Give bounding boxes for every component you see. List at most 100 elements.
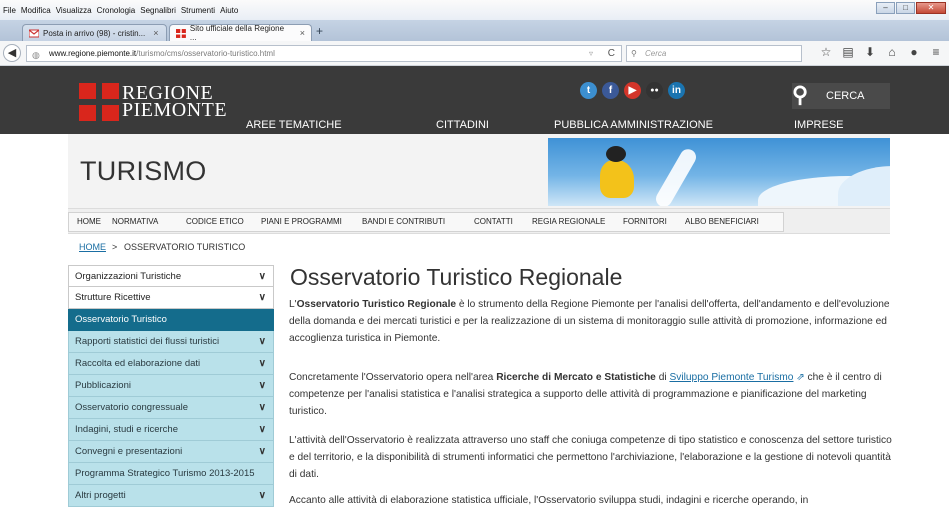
chevron-down-icon[interactable]: ∨ [259,266,266,287]
window-controls: – □ ✕ [875,2,946,14]
red-cross-flag-icon [79,83,119,121]
download-icon[interactable]: ⬇ [859,45,881,59]
sidebar-item-label: Programma Strategico Turismo 2013-2015 [75,468,255,479]
regione-favicon-icon [176,28,186,38]
search-label: CERCA [826,90,865,102]
menu-strumenti[interactable]: Strumenti [181,6,215,15]
tab-label: Sito ufficiale della Regione ... [189,24,285,42]
menu-cronologia[interactable]: Cronologia [97,6,136,15]
url-domain: www.regione.piemonte.it [49,49,137,58]
menu-file[interactable]: File [3,6,16,15]
close-window-button[interactable]: ✕ [916,2,946,14]
chevron-down-icon[interactable]: ∨ [259,419,266,440]
subnav-regia-regionale[interactable]: REGIA REGIONALE [532,217,605,226]
chevron-down-icon[interactable]: ∨ [259,485,266,506]
chevron-down-icon[interactable]: ∨ [259,397,266,418]
mountain-hill [838,166,890,206]
sidebar-item-label: Osservatorio congressuale [75,402,188,413]
nav-cittadini[interactable]: CITTADINI [436,119,489,131]
home-icon[interactable]: ⌂ [881,45,903,59]
paragraph-staff: L'attività dell'Osservatorio è realizzat… [289,435,892,480]
subnav-normativa[interactable]: NORMATIVA [112,217,158,226]
url-path: /turismo/cms/osservatorio-turistico.html [136,49,275,58]
chevron-down-icon[interactable]: ∨ [259,441,266,462]
maximize-button[interactable]: □ [896,2,915,14]
breadcrumb-home[interactable]: HOME [79,242,106,252]
reload-icon[interactable]: C [608,46,615,61]
menu-aiuto[interactable]: Aiuto [220,6,238,15]
subnav-fornitori[interactable]: FORNITORI [623,217,667,226]
toolbar-icons: ☆ ▤ ⬇ ⌂ ● ≡ [815,45,947,59]
sidebar-item-osservatorio-turistico[interactable]: Osservatorio Turistico [68,309,274,331]
sidebar-item-label: Indagini, studi e ricerche [75,424,178,435]
menu-modifica[interactable]: Modifica [21,6,51,15]
sidebar-item-raccolta-elaborazione-dati[interactable]: Raccolta ed elaborazione dati ∨ [68,353,274,375]
breadcrumb-current: OSSERVATORIO TURISTICO [124,242,246,252]
dropdown-icon[interactable]: ▿ [589,46,593,61]
bookmark-star-icon[interactable]: ☆ [815,45,837,59]
browser-search-input[interactable]: ⚲ Cerca [626,45,802,62]
tab-regione[interactable]: Sito ufficiale della Regione ... × [169,24,312,42]
sidebar-item-organizzazioni-turistiche[interactable]: Organizzazioni Turistiche ∨ [68,265,274,287]
reading-list-icon[interactable]: ▤ [837,45,859,59]
sidebar-item-pubblicazioni[interactable]: Pubblicazioni ∨ [68,375,274,397]
sidebar-item-label: Rapporti statistici dei flussi turistici [75,336,220,347]
external-link-icon[interactable]: ⇗ [796,372,804,383]
tab-close-icon[interactable]: × [153,28,158,38]
snowboarder-photo [548,138,890,206]
sidebar-item-convegni-presentazioni[interactable]: Convegni e presentazioni ∨ [68,441,274,463]
subnav-contatti[interactable]: CONTATTI [474,217,513,226]
tab-label: Posta in arrivo (98) - cristin... [43,28,146,38]
sidebar-item-strutture-ricettive[interactable]: Strutture Ricettive ∨ [68,287,274,309]
p2-text-a: Concretamente l'Osservatorio opera nell'… [289,372,497,383]
p1-text-a: L' [289,299,297,310]
chevron-down-icon[interactable]: ∨ [259,353,266,374]
gmail-icon [29,29,39,37]
sidebar-item-programma-strategico[interactable]: Programma Strategico Turismo 2013-2015 [68,463,274,485]
new-tab-button[interactable]: + [316,24,323,38]
sidebar-item-indagini-studi-ricerche[interactable]: Indagini, studi e ricerche ∨ [68,419,274,441]
regione-logo[interactable]: REGIONE PIEMONTE [79,83,227,121]
sidebar-item-label: Altri progetti [75,490,126,501]
linkedin-icon[interactable]: in [668,82,685,99]
site-search-button[interactable]: ⚲ CERCA [792,83,890,109]
tab-gmail[interactable]: Posta in arrivo (98) - cristin... × [22,24,167,41]
subnav-albo-beneficiari[interactable]: ALBO BENEFICIARI [685,217,759,226]
tab-close-icon[interactable]: × [300,28,305,38]
subnav-piani-e-programmi[interactable]: PIANI E PROGRAMMI [261,217,342,226]
nav-imprese[interactable]: IMPRESE [794,119,844,131]
chat-icon[interactable]: ● [903,45,925,59]
subnav-codice-etico[interactable]: CODICE ETICO [186,217,244,226]
sidebar-item-altri-progetti[interactable]: Altri progetti ∨ [68,485,274,507]
chevron-down-icon[interactable]: ∨ [259,287,266,308]
section-title: TURISMO [80,156,207,186]
sidebar-item-label: Raccolta ed elaborazione dati [75,358,201,369]
twitter-icon[interactable]: t [580,82,597,99]
subnav-home[interactable]: HOME [77,217,101,226]
p1-bold: Osservatorio Turistico Regionale [296,299,457,310]
flickr-icon[interactable]: ●● [646,82,663,99]
search-icon: ⚲ [792,82,809,107]
url-bar[interactable]: ◍ www.regione.piemonte.it/turismo/cms/os… [26,45,622,62]
page-title: Osservatorio Turistico Regionale [290,264,623,290]
chevron-down-icon[interactable]: ∨ [259,331,266,352]
snowboard [653,146,699,206]
sidebar-item-rapporti-statistici[interactable]: Rapporti statistici dei flussi turistici… [68,331,274,353]
menu-segnalibri[interactable]: Segnalibri [140,6,176,15]
chevron-down-icon[interactable]: ∨ [259,375,266,396]
nav-aree-tematiche[interactable]: AREE TEMATICHE [246,119,342,131]
menu-icon[interactable]: ≡ [925,45,947,59]
facebook-icon[interactable]: f [602,82,619,99]
globe-icon: ◍ [32,50,40,60]
minimize-button[interactable]: – [876,2,895,14]
snowboarder-helmet [606,146,626,162]
menu-visualizza[interactable]: Visualizza [56,6,92,15]
nav-pubblica-amministrazione[interactable]: PUBBLICA AMMINISTRAZIONE [554,119,713,131]
subnav-bandi-e-contributi[interactable]: BANDI E CONTRIBUTI [362,217,445,226]
youtube-icon[interactable]: ▶ [624,82,641,99]
sviluppo-piemonte-link[interactable]: Sviluppo Piemonte Turismo [669,372,793,383]
sidebar-item-osservatorio-congressuale[interactable]: Osservatorio congressuale ∨ [68,397,274,419]
back-arrow-icon[interactable]: ◀ [3,44,21,62]
section-banner: TURISMO [68,134,890,208]
paragraph-studies: Accanto alle attività di elaborazione st… [289,495,809,506]
